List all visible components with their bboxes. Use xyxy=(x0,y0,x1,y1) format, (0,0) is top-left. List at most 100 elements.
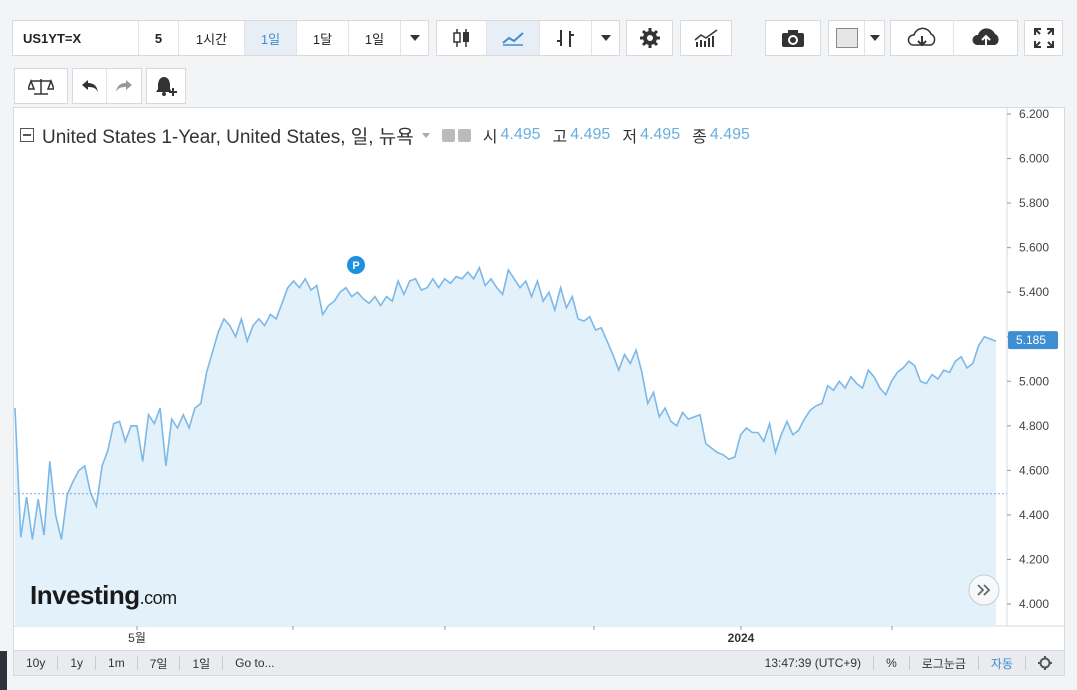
indicators-group xyxy=(680,20,732,56)
range-1y-button[interactable]: 1y xyxy=(58,656,97,670)
interval-1d-button[interactable]: 1일 xyxy=(245,21,297,55)
screenshot-button[interactable] xyxy=(766,21,820,55)
cloud-upload-icon xyxy=(971,28,999,45)
cloud-save-button[interactable] xyxy=(954,21,1017,55)
fullscreen-icon xyxy=(1033,28,1054,48)
screenshot-group xyxy=(765,20,821,56)
fullscreen-group xyxy=(1024,20,1063,56)
logo-suffix: .com xyxy=(139,588,178,608)
open-value: 4.495 xyxy=(500,126,541,143)
symbol-interval-group: US1YT=X 5 1시간 1일 1달 1일 xyxy=(12,20,429,56)
y-tick-label: 5.400 xyxy=(1019,285,1049,299)
y-tick-label: 5.600 xyxy=(1019,241,1049,255)
y-tick-label: 6.200 xyxy=(1019,108,1049,121)
main-toolbar: US1YT=X 5 1시간 1일 1달 1일 xyxy=(10,16,1065,62)
edge-marker xyxy=(0,651,7,690)
chart-properties-button[interactable] xyxy=(1026,656,1064,670)
balance-scale-icon xyxy=(28,78,54,95)
low-value: 4.495 xyxy=(640,126,681,143)
gear-icon xyxy=(1038,656,1052,670)
legend-title: United States 1-Year, United States, 일, … xyxy=(42,126,414,148)
cloud-download-icon xyxy=(907,27,936,47)
last-price-label: 5.185 xyxy=(1016,333,1046,347)
low-label: 저 xyxy=(622,129,638,146)
interval-dropdown-button[interactable] xyxy=(401,21,428,55)
y-tick-label: 4.400 xyxy=(1019,508,1049,522)
y-tick-label: 4.200 xyxy=(1019,552,1049,566)
chart-legend: United States 1-Year, United States, 일, … xyxy=(20,123,762,148)
chevron-down-icon xyxy=(869,35,880,41)
redo-button[interactable] xyxy=(107,69,141,103)
undo-redo-group xyxy=(72,68,142,104)
color-dropdown[interactable] xyxy=(865,21,884,55)
settings-button[interactable] xyxy=(627,21,672,55)
undo-icon xyxy=(81,80,98,92)
clock-text: 13:47:39 (UTC+9) xyxy=(753,656,875,670)
high-value: 4.495 xyxy=(570,126,611,143)
color-picker-button[interactable] xyxy=(829,21,865,55)
fullscreen-button[interactable] xyxy=(1025,21,1062,55)
chevron-down-icon xyxy=(409,35,420,41)
high-label: 고 xyxy=(552,129,568,146)
close-label: 종 xyxy=(692,129,707,146)
cloud-load-button[interactable] xyxy=(891,21,954,55)
interval-1mo-button[interactable]: 1달 xyxy=(297,21,349,55)
color-swatch-icon xyxy=(835,28,858,48)
y-tick-label: 5.800 xyxy=(1019,196,1049,210)
chevron-down-icon[interactable] xyxy=(421,132,430,138)
ohlc-bar-icon xyxy=(556,30,574,47)
cloud-group xyxy=(890,20,1018,56)
symbol-input[interactable]: US1YT=X xyxy=(13,21,139,55)
investing-logo: Investing.com xyxy=(30,580,177,611)
camera-icon xyxy=(782,30,804,47)
y-tick-label: 5.000 xyxy=(1019,374,1049,388)
y-tick-label: 6.000 xyxy=(1019,152,1049,166)
indicators-button[interactable] xyxy=(681,21,731,55)
redo-icon xyxy=(116,80,132,92)
goto-button[interactable]: Go to... xyxy=(223,656,286,670)
chart-panel[interactable]: 4.0004.2004.4004.6004.8005.0005.2005.400… xyxy=(13,107,1065,651)
candlestick-button[interactable] xyxy=(437,21,487,55)
y-tick-label: 4.600 xyxy=(1019,463,1049,477)
chevron-down-icon xyxy=(600,35,611,41)
open-label: 시 xyxy=(482,129,498,146)
chart-type-group xyxy=(436,20,620,56)
collapse-icon[interactable] xyxy=(20,128,34,142)
settings-group xyxy=(626,20,673,56)
close-value: 4.495 xyxy=(709,126,750,143)
range-10y-button[interactable]: 10y xyxy=(14,656,59,670)
bar-chart-button[interactable] xyxy=(540,21,592,55)
x-tick-label: 5월 xyxy=(128,631,146,645)
alert-group xyxy=(146,68,186,104)
interval-5-button[interactable]: 5 xyxy=(139,21,179,55)
series-area xyxy=(15,267,996,626)
undo-button[interactable] xyxy=(73,69,107,103)
indicators-icon xyxy=(694,29,718,47)
gear-icon[interactable] xyxy=(457,128,471,142)
x-tick-label: 2024 xyxy=(728,631,755,645)
candlestick-icon xyxy=(452,29,469,47)
bottom-toolbar: 10y 1y 1m 7일 1일 Go to... 13:47:39 (UTC+9… xyxy=(13,650,1065,676)
visibility-icon[interactable] xyxy=(441,128,455,142)
bell-plus-icon xyxy=(156,77,177,96)
logo-main: Investing xyxy=(30,580,140,610)
range-1d-button[interactable]: 1일 xyxy=(180,656,224,671)
gear-icon xyxy=(639,28,660,48)
compare-group xyxy=(14,68,68,104)
range-1m-button[interactable]: 1m xyxy=(96,656,138,670)
color-group xyxy=(828,20,885,56)
compare-button[interactable] xyxy=(15,69,67,103)
log-scale-button[interactable]: 로그눈금 xyxy=(910,656,979,671)
percent-scale-button[interactable]: % xyxy=(874,656,910,670)
range-7d-button[interactable]: 7일 xyxy=(138,656,181,671)
chart-type-dropdown[interactable] xyxy=(592,21,619,55)
marker-p-label: P xyxy=(352,260,359,272)
secondary-toolbar xyxy=(10,64,210,104)
interval-1h-button[interactable]: 1시간 xyxy=(179,21,245,55)
interval-select[interactable]: 1일 xyxy=(349,21,401,55)
line-chart-button[interactable] xyxy=(487,21,540,55)
auto-scale-button[interactable]: 자동 xyxy=(979,656,1026,671)
add-alert-button[interactable] xyxy=(147,69,185,103)
y-tick-label: 4.000 xyxy=(1019,597,1049,611)
price-chart[interactable]: 4.0004.2004.4004.6004.8005.0005.2005.400… xyxy=(14,108,1064,650)
